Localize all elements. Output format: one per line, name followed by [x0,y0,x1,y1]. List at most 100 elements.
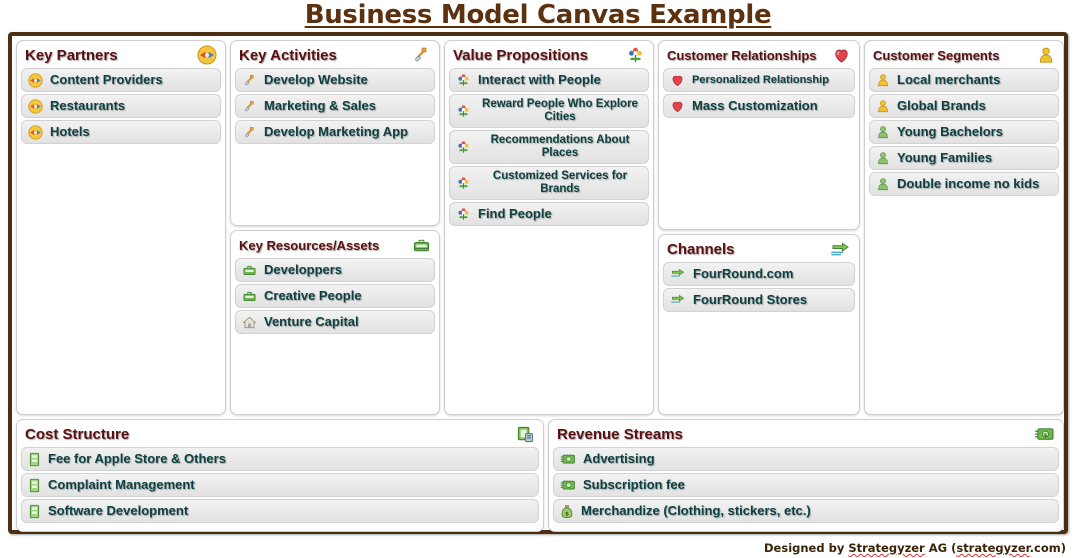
list-item[interactable]: Venture Capital [235,310,435,334]
person-yellow-icon [1037,46,1055,65]
briefcase-icon [412,236,431,255]
panel-revenue-streams[interactable]: Revenue Streams $ Advertising Subscripti… [548,419,1064,532]
list-item-label: Develop Website [264,72,368,87]
moneybag-icon: $ [560,504,574,519]
list-item-label: Merchandize (Clothing, stickers, etc.) [581,503,811,518]
list-item[interactable]: Recommendations About Places [449,130,649,164]
banknote-icon: $ [1034,426,1055,443]
list-item-label: Young Families [897,150,993,165]
footer-prefix: Designed by [764,541,849,555]
panel-key-resources[interactable]: Key Resources/Assets Developpers Creativ… [230,230,440,415]
list-item[interactable]: Interact with People [449,68,649,92]
list-item[interactable]: Subscription fee [553,473,1059,497]
list-item[interactable]: Reward People Who Explore Cities [449,94,649,128]
handshake-icon [28,72,43,88]
list-item[interactable]: Customized Services for Brands [449,166,649,200]
list-item[interactable]: Mass Customization [663,94,855,118]
panel-key-partners-title: Key Partners [25,46,118,64]
flower-icon [456,104,471,119]
shovel-icon [242,73,257,88]
list-item[interactable]: Fee for Apple Store & Others [21,447,539,471]
arrows-icon [830,240,851,259]
list-item[interactable]: Young Bachelors [869,120,1059,144]
handshake-icon [197,45,217,65]
list-item-label: Restaurants [50,98,126,113]
flower-icon [456,140,471,155]
panel-value-propositions-header: Value Propositions [445,41,653,68]
panel-customer-relationships-items: Personalized Relationship Mass Customiza… [659,68,859,124]
list-item-label: Double income no kids [897,176,1040,191]
list-item[interactable]: Creative People [235,284,435,308]
panel-key-resources-header: Key Resources/Assets [231,231,439,258]
list-item[interactable]: Content Providers [21,68,221,92]
list-item[interactable]: Complaint Management [21,473,539,497]
footer-middle: AG ( [924,541,957,555]
list-item-label: Find People [478,206,552,221]
panel-channels-header: Channels [659,235,859,262]
copy-documents-icon [516,425,535,444]
list-item[interactable]: Personalized Relationship [663,68,855,92]
panel-customer-segments[interactable]: Customer Segments Local merchants Global… [864,40,1064,415]
panel-key-resources-items: Developpers Creative People Venture Capi… [231,258,439,340]
list-item-label: Interact with People [478,72,601,87]
list-item-label: Local merchants [897,72,1001,87]
panel-channels-title: Channels [667,240,735,258]
list-item[interactable]: Hotels [21,120,221,144]
panel-key-activities-header: Key Activities [231,41,439,68]
list-item[interactable]: $ Merchandize (Clothing, stickers, etc.) [553,499,1059,523]
panel-revenue-streams-title: Revenue Streams [557,425,683,443]
panel-cost-structure-header: Cost Structure [17,420,543,447]
panel-customer-relationships[interactable]: Customer Relationships Personalized Rela… [658,40,860,230]
footer-credit: Designed by Strategyzer AG (strategyzer.… [764,541,1066,555]
panel-revenue-streams-header: Revenue Streams $ [549,420,1063,447]
list-item[interactable]: Double income no kids [869,172,1059,196]
list-item[interactable]: Marketing & Sales [235,94,435,118]
document-icon [28,478,41,493]
list-item[interactable]: Advertising [553,447,1059,471]
list-item[interactable]: Developpers [235,258,435,282]
panel-customer-relationships-title: Customer Relationships [667,47,817,63]
list-item[interactable]: Young Families [869,146,1059,170]
panel-cost-structure[interactable]: Cost Structure Fee for Apple Store & Oth… [16,419,544,532]
panel-key-partners-items: Content Providers Restaurants Hotels [17,68,225,150]
panel-value-propositions[interactable]: Value Propositions Interact with People … [444,40,654,415]
heart-icon [832,46,851,65]
list-item[interactable]: Develop Website [235,68,435,92]
footer-domain: strategyzer [956,541,1030,555]
person-yellow-icon [876,73,890,88]
panel-value-propositions-title: Value Propositions [453,46,589,64]
handshake-icon [28,124,43,140]
list-item-label: Complaint Management [48,477,195,492]
panel-key-activities[interactable]: Key Activities Develop Website Marketing… [230,40,440,226]
list-item[interactable]: FourRound.com [663,262,855,286]
arrows-icon [670,267,686,281]
shovel-icon [242,99,257,114]
list-item[interactable]: Develop Marketing App [235,120,435,144]
list-item-label: FourRound Stores [693,292,808,307]
list-item[interactable]: FourRound Stores [663,288,855,312]
list-item[interactable]: Global Brands [869,94,1059,118]
list-item-label: Customized Services for Brands [492,170,628,195]
panel-channels[interactable]: Channels FourRound.com FourRound Stores [658,234,860,415]
flower-icon [626,46,645,65]
list-item-label: Young Bachelors [897,124,1003,139]
shovel-icon [242,125,257,140]
panel-key-partners[interactable]: Key Partners Content Providers Restauran… [16,40,226,415]
document-icon [28,452,41,467]
person-green-icon [876,177,890,192]
list-item-label: Reward People Who Explore Cities [482,98,638,123]
list-item-label: Marketing & Sales [264,98,376,113]
list-item-label: Personalized Relationship [692,73,829,86]
list-item-label: Mass Customization [692,98,818,113]
panel-key-resources-title: Key Resources/Assets [239,237,380,253]
list-item[interactable]: Local merchants [869,68,1059,92]
list-item[interactable]: Find People [449,202,649,226]
list-item[interactable]: Software Development [21,499,539,523]
list-item-label: Creative People [264,288,362,303]
panel-customer-relationships-header: Customer Relationships [659,41,859,68]
list-item[interactable]: Restaurants [21,94,221,118]
shovel-icon [411,45,431,65]
list-item-label: Subscription fee [583,477,685,492]
panel-cost-structure-title: Cost Structure [25,425,130,443]
page-title: Business Model Canvas Example [304,0,772,30]
